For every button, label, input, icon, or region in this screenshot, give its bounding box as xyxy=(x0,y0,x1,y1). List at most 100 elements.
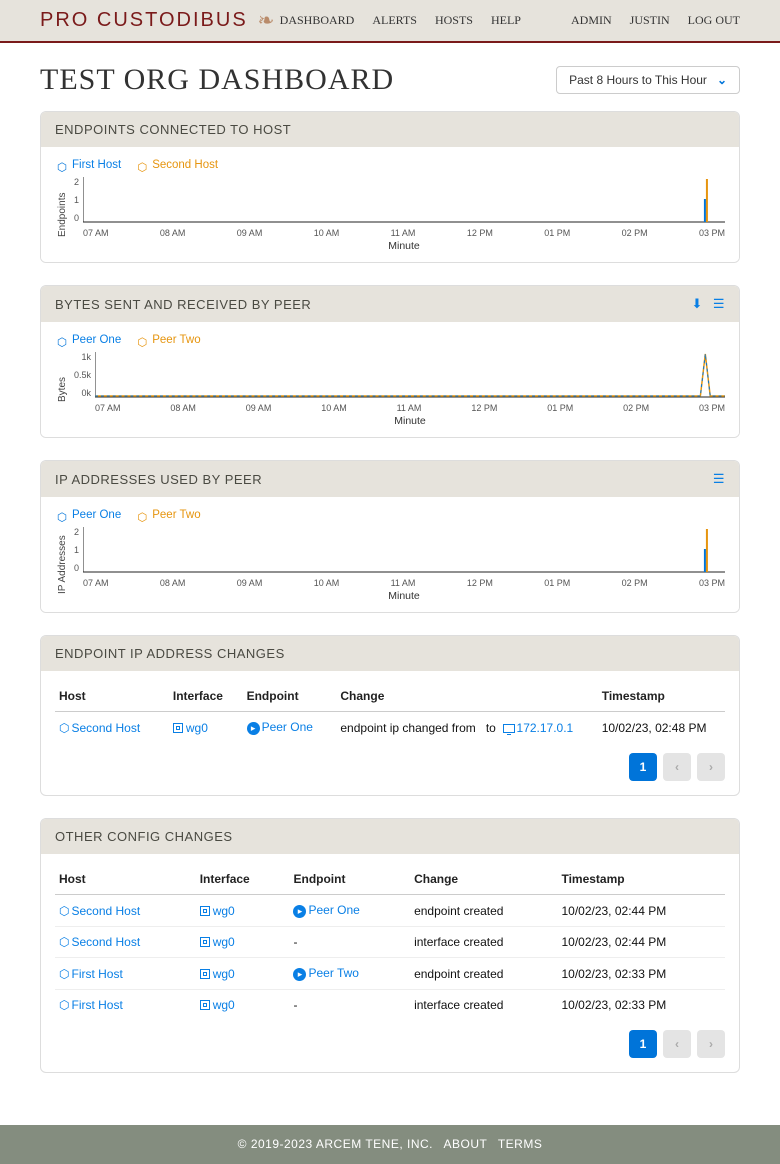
nav-spacer xyxy=(539,13,553,28)
page-1[interactable]: 1 xyxy=(629,1030,657,1058)
page-next[interactable]: › xyxy=(697,1030,725,1058)
cube-icon: ⬡ xyxy=(59,998,69,1012)
th-iface: Interface xyxy=(196,864,290,895)
chart-bytes xyxy=(95,352,725,398)
th-ep: Endpoint xyxy=(243,681,337,712)
page-title: TEST ORG DASHBOARD xyxy=(40,63,394,97)
monitor-icon xyxy=(503,724,515,733)
page-next[interactable]: › xyxy=(697,753,725,781)
host-link[interactable]: Second Host xyxy=(71,935,140,949)
chart-ips xyxy=(83,527,725,573)
cube-icon: ⬡ xyxy=(59,904,69,918)
th-host: Host xyxy=(55,681,169,712)
legend-peers: ⬡Peer One ⬡Peer Two xyxy=(57,334,725,346)
host-link[interactable]: Second Host xyxy=(71,721,140,735)
iface-link[interactable]: wg0 xyxy=(186,721,208,735)
page-prev[interactable]: ‹ xyxy=(663,1030,691,1058)
hex-icon: ⬡ xyxy=(57,160,68,171)
ytick: 2 xyxy=(74,527,79,537)
ts: 10/02/23, 02:33 PM xyxy=(557,958,725,990)
legend-peer-two[interactable]: Peer Two xyxy=(152,509,200,521)
ytick: 1 xyxy=(74,545,79,555)
footer-terms[interactable]: TERMS xyxy=(498,1137,543,1151)
table-row: ⬡Second Host wg0 ▸Peer One endpoint ip c… xyxy=(55,712,725,744)
iface-link[interactable]: wg0 xyxy=(213,967,235,981)
iface-link[interactable]: wg0 xyxy=(213,998,235,1012)
xlabel: Minute xyxy=(83,240,725,252)
peer-icon: ▸ xyxy=(293,968,306,981)
ytick: 1k xyxy=(74,352,91,362)
ts: 10/02/23, 02:44 PM xyxy=(557,927,725,958)
list-icon[interactable]: ☰ xyxy=(713,296,725,312)
list-icon[interactable]: ☰ xyxy=(713,471,725,487)
legend-hosts: ⬡First Host ⬡Second Host xyxy=(57,159,725,171)
ep-link[interactable]: Peer One xyxy=(308,903,359,917)
hex-icon: ⬡ xyxy=(137,335,148,346)
interface-icon xyxy=(200,937,210,947)
ytick: 0 xyxy=(74,213,79,223)
chg-text1: endpoint ip changed from xyxy=(340,721,475,735)
legend-peers: ⬡Peer One ⬡Peer Two xyxy=(57,509,725,521)
ytick: 2 xyxy=(74,177,79,187)
config-table: Host Interface Endpoint Change Timestamp… xyxy=(55,864,725,1020)
legend-second-host[interactable]: Second Host xyxy=(152,159,218,171)
table-row: ⬡Second Host wg0 ▸Peer One endpoint created… xyxy=(55,895,725,927)
page-prev[interactable]: ‹ xyxy=(663,753,691,781)
time-range-select[interactable]: Past 8 Hours to This Hour ⌄ xyxy=(556,66,740,94)
nav-admin[interactable]: ADMIN xyxy=(571,13,612,28)
xticks: 07 AM08 AM09 AM10 AM11 AM12 PM01 PM02 PM… xyxy=(83,578,725,588)
legend-peer-one[interactable]: Peer One xyxy=(72,509,121,521)
panel-ips-title: IP ADDRESSES USED BY PEER xyxy=(55,472,262,487)
xticks: 07 AM08 AM09 AM10 AM11 AM12 PM01 PM02 PM… xyxy=(83,228,725,238)
footer-about[interactable]: ABOUT xyxy=(444,1137,488,1151)
nav-user[interactable]: JUSTIN xyxy=(630,13,670,28)
xticks: 07 AM08 AM09 AM10 AM11 AM12 PM01 PM02 PM… xyxy=(95,403,725,413)
download-icon[interactable]: ⬇ xyxy=(691,296,702,312)
interface-icon xyxy=(200,969,210,979)
brand[interactable]: PRO CUSTODIBUS ❧ xyxy=(40,8,276,33)
peer-icon: ▸ xyxy=(293,905,306,918)
ip-link[interactable]: 172.17.0.1 xyxy=(517,721,574,735)
chart-endpoints xyxy=(83,177,725,223)
panel-config-changes: OTHER CONFIG CHANGES Host Interface Endp… xyxy=(40,818,740,1073)
iface-link[interactable]: wg0 xyxy=(213,904,235,918)
interface-icon xyxy=(200,1000,210,1010)
nav-logout[interactable]: LOG OUT xyxy=(688,13,740,28)
table-row: ⬡First Hostwg0▸Peer Twoendpoint created1… xyxy=(55,958,725,990)
nav-alerts[interactable]: ALERTS xyxy=(372,13,417,28)
ep-link[interactable]: Peer Two xyxy=(308,966,358,980)
ylabel: Endpoints xyxy=(55,177,70,252)
interface-icon xyxy=(200,906,210,916)
panel-ip-changes-title: ENDPOINT IP ADDRESS CHANGES xyxy=(55,646,285,661)
legend-peer-one[interactable]: Peer One xyxy=(72,334,121,346)
legend-first-host[interactable]: First Host xyxy=(72,159,121,171)
host-link[interactable]: First Host xyxy=(71,967,122,981)
nav-dashboard[interactable]: DASHBOARD xyxy=(280,13,355,28)
legend-peer-two[interactable]: Peer Two xyxy=(152,334,200,346)
host-link[interactable]: Second Host xyxy=(71,904,140,918)
page-1[interactable]: 1 xyxy=(629,753,657,781)
ip-changes-table: Host Interface Endpoint Change Timestamp… xyxy=(55,681,725,743)
ep-link[interactable]: Peer One xyxy=(262,720,313,734)
chg: interface created xyxy=(410,927,557,958)
ytick: 0.5k xyxy=(74,370,91,380)
th-ts: Timestamp xyxy=(557,864,725,895)
xlabel: Minute xyxy=(95,415,725,427)
host-link[interactable]: First Host xyxy=(71,998,122,1012)
th-chg: Change xyxy=(336,681,597,712)
panel-endpoints: ENDPOINTS CONNECTED TO HOST ⬡First Host … xyxy=(40,111,740,263)
nav-hosts[interactable]: HOSTS xyxy=(435,13,473,28)
footer: © 2019-2023 ARCEM TENE, INC. ABOUT TERMS xyxy=(0,1125,780,1164)
xlabel: Minute xyxy=(83,590,725,602)
th-chg: Change xyxy=(410,864,557,895)
main-nav: DASHBOARD ALERTS HOSTS HELP ADMIN JUSTIN… xyxy=(280,13,740,28)
tree-icon: ❧ xyxy=(258,8,277,33)
panel-ips: IP ADDRESSES USED BY PEER ☰ ⬡Peer One ⬡P… xyxy=(40,460,740,613)
chg: endpoint created xyxy=(410,895,557,927)
ytick: 0 xyxy=(74,563,79,573)
panel-bytes: BYTES SENT AND RECEIVED BY PEER ⬇ ☰ ⬡Pee… xyxy=(40,285,740,438)
nav-help[interactable]: HELP xyxy=(491,13,521,28)
panel-endpoints-title: ENDPOINTS CONNECTED TO HOST xyxy=(55,122,291,137)
iface-link[interactable]: wg0 xyxy=(213,935,235,949)
ts: 10/02/23, 02:33 PM xyxy=(557,990,725,1021)
